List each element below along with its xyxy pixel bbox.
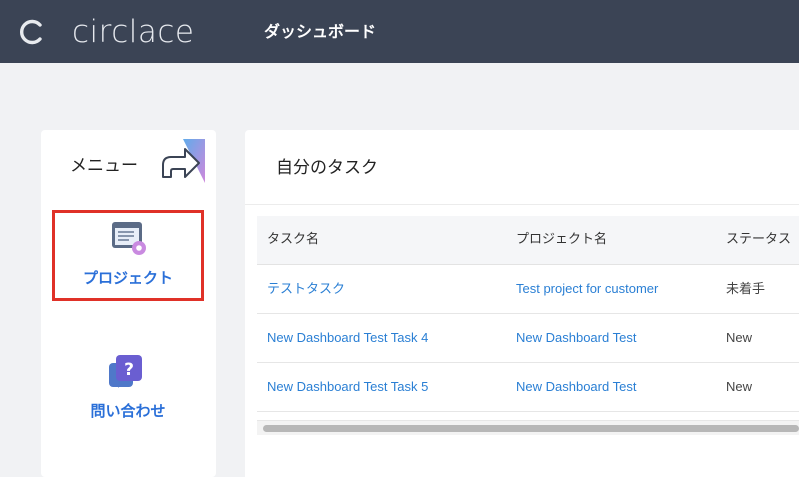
menu-title: メニュー xyxy=(70,156,138,176)
sidebar-item-contact[interactable]: ? 問い合わせ xyxy=(52,346,204,436)
brand-name[interactable]: circlace xyxy=(72,14,195,50)
table-header-row: タスク名 プロジェクト名 ステータス xyxy=(257,216,799,265)
card-title: 自分のタスク xyxy=(276,158,378,178)
menu-arrow-icon xyxy=(162,139,205,183)
task-table: タスク名 プロジェクト名 ステータス テストタスク Test project f… xyxy=(257,216,799,412)
column-header-status[interactable]: ステータス xyxy=(726,231,791,249)
my-tasks-card: 自分のタスク タスク名 プロジェクト名 ステータス テストタスク Test pr… xyxy=(245,130,799,477)
table-row: New Dashboard Test Task 4 New Dashboard … xyxy=(257,314,799,363)
scrollbar-thumb[interactable] xyxy=(263,425,799,432)
page-title: ダッシュボード xyxy=(264,22,377,41)
status-text: 未着手 xyxy=(726,281,766,296)
sidebar-item-label: プロジェクト xyxy=(82,269,173,287)
task-link[interactable]: New Dashboard Test Task 4 xyxy=(267,329,428,347)
table-row: テストタスク Test project for customer 未着手 xyxy=(257,265,799,314)
sidebar-item-project[interactable]: プロジェクト xyxy=(52,210,204,301)
question-chat-icon: ? xyxy=(109,355,142,388)
project-settings-icon xyxy=(112,222,146,255)
horizontal-scrollbar[interactable] xyxy=(257,420,799,435)
svg-text:?: ? xyxy=(124,360,134,380)
circlace-logo-icon xyxy=(20,19,42,45)
project-link[interactable]: Test project for customer xyxy=(516,280,658,298)
column-header-project[interactable]: プロジェクト名 xyxy=(516,231,607,249)
column-header-task[interactable]: タスク名 xyxy=(267,231,319,249)
status-text: New xyxy=(726,330,753,345)
project-link[interactable]: New Dashboard Test xyxy=(516,378,636,396)
task-link[interactable]: New Dashboard Test Task 5 xyxy=(267,378,428,396)
top-header: circlace ダッシュボード xyxy=(0,0,799,63)
table-row: New Dashboard Test Task 5 New Dashboard … xyxy=(257,363,799,412)
divider xyxy=(245,204,799,205)
sidebar-menu: メニュー プロジェクト ? 問い合わせ xyxy=(41,130,216,477)
status-text: New xyxy=(726,379,753,394)
sidebar-item-label: 問い合わせ xyxy=(90,402,166,420)
task-link[interactable]: テストタスク xyxy=(267,280,345,298)
project-link[interactable]: New Dashboard Test xyxy=(516,329,636,347)
